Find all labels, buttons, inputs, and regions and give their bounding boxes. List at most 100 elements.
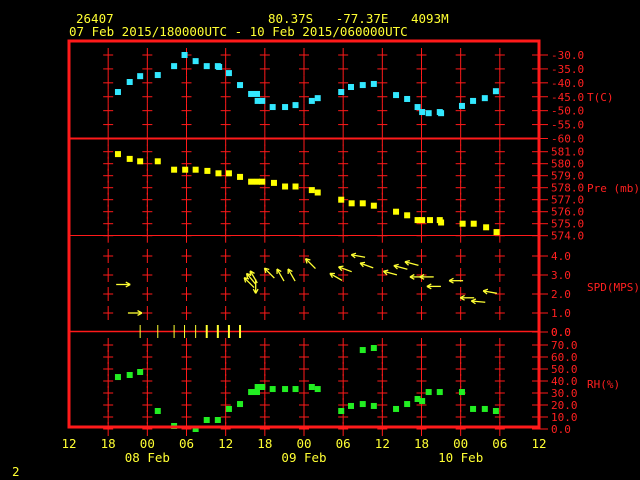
x-tick-label: 06 bbox=[492, 436, 507, 451]
temp-point bbox=[438, 110, 445, 117]
pressure-point bbox=[192, 166, 199, 173]
pressure-point bbox=[237, 173, 244, 180]
rh-point bbox=[359, 347, 366, 354]
y-tick-label: -45.0 bbox=[551, 91, 584, 104]
temp-point bbox=[425, 110, 432, 117]
x-tick-label: 06 bbox=[336, 436, 351, 451]
pressure-point bbox=[493, 229, 500, 236]
pressure-point bbox=[308, 187, 315, 194]
temp-point bbox=[181, 52, 188, 58]
y-tick-label: -50.0 bbox=[551, 105, 584, 118]
temp-point bbox=[225, 70, 232, 77]
pressure-point bbox=[225, 170, 232, 177]
wind-arrow bbox=[393, 263, 408, 270]
x-tick-label: 12 bbox=[218, 436, 233, 451]
temp-point bbox=[359, 82, 366, 89]
rh-point bbox=[348, 402, 354, 409]
wind-arrow bbox=[304, 258, 316, 270]
x-date-label: 10 Feb bbox=[438, 450, 483, 465]
meteogram: 26407 80.37S -77.37E 4093M 07 Feb 2015/1… bbox=[0, 0, 640, 480]
pressure-point bbox=[171, 166, 178, 173]
wind-arrow-head bbox=[338, 265, 344, 268]
y-tick-label: 1.0 bbox=[551, 307, 571, 320]
temp-point bbox=[470, 97, 477, 104]
temp-point bbox=[126, 78, 133, 85]
rh-point bbox=[393, 405, 400, 412]
pressure-point bbox=[137, 158, 144, 165]
temp-point bbox=[404, 95, 411, 102]
wind-arrow bbox=[419, 273, 434, 280]
rh-point bbox=[370, 345, 377, 351]
pressure-point bbox=[248, 178, 255, 185]
y-tick-label: -55.0 bbox=[551, 119, 584, 132]
temp-point bbox=[282, 104, 289, 111]
temp-point bbox=[481, 95, 488, 102]
temp-point bbox=[237, 82, 244, 89]
rh-point bbox=[419, 398, 426, 405]
rh-point bbox=[338, 408, 345, 414]
wind-arrow bbox=[263, 267, 275, 279]
meteogram-chart: 26407 80.37S -77.37E 4093M 07 Feb 2015/1… bbox=[12, 11, 640, 479]
pressure-point bbox=[114, 151, 121, 158]
x-tick-label: 00 bbox=[453, 436, 468, 451]
temp-point bbox=[269, 104, 276, 111]
rh-point bbox=[214, 417, 221, 423]
temp-point bbox=[314, 95, 321, 102]
rh-point bbox=[248, 389, 255, 396]
rh-point bbox=[114, 374, 121, 381]
pressure-point bbox=[483, 224, 490, 231]
x-tick-label: 12 bbox=[61, 436, 76, 451]
rh-point bbox=[269, 386, 276, 393]
rh-point bbox=[404, 401, 411, 408]
wind-arrow bbox=[426, 283, 441, 290]
precip-label: 0.0 bbox=[551, 326, 571, 339]
rh-point bbox=[425, 389, 432, 396]
pressure-point bbox=[254, 178, 260, 185]
wind-arrow bbox=[276, 268, 285, 282]
wind-arrow-head bbox=[482, 288, 489, 292]
x-date-label: 08 Feb bbox=[125, 450, 170, 465]
x-tick-label: 12 bbox=[531, 436, 546, 451]
rh-point bbox=[137, 369, 144, 375]
temp-point bbox=[458, 102, 465, 109]
wind-arrow bbox=[329, 272, 343, 281]
rh-point bbox=[259, 384, 266, 390]
pressure-point bbox=[314, 189, 321, 196]
y-tick-label: -35.0 bbox=[551, 63, 584, 76]
grid bbox=[69, 48, 548, 436]
temp-point bbox=[370, 80, 377, 87]
wind-arrow-head bbox=[404, 259, 410, 263]
temp-point bbox=[419, 109, 426, 116]
temp-point bbox=[137, 73, 144, 80]
rh-point bbox=[126, 372, 133, 378]
panel-label-rh: RH(%) bbox=[587, 378, 620, 391]
rh-point bbox=[370, 402, 377, 409]
x-tick-label: 18 bbox=[101, 436, 116, 451]
wind-arrow-head bbox=[351, 252, 357, 256]
pressure-point bbox=[348, 200, 355, 207]
pressure-point bbox=[259, 178, 266, 185]
pressure-point bbox=[215, 170, 222, 177]
wind-arrow bbox=[127, 310, 143, 316]
x-tick-label: 12 bbox=[375, 436, 390, 451]
time-period: 07 Feb 2015/180000UTC - 10 Feb 2015/0600… bbox=[69, 24, 408, 39]
temp-point bbox=[203, 63, 210, 70]
panel-label-temp: T(C) bbox=[587, 91, 614, 104]
panel-label-wind: SPD(MPS) bbox=[587, 281, 640, 294]
pressure-point bbox=[393, 208, 400, 215]
wind-arrow-shaft bbox=[243, 277, 255, 289]
wind-arrow-shaft bbox=[263, 267, 275, 279]
x-tick-label: 00 bbox=[140, 436, 155, 451]
wind-arrow bbox=[116, 281, 131, 288]
rh-point bbox=[436, 389, 443, 396]
rh-point bbox=[314, 386, 321, 393]
x-tick-label: 00 bbox=[296, 436, 311, 451]
rh-point bbox=[154, 408, 161, 414]
page-number: 2 bbox=[12, 464, 20, 479]
pressure-point bbox=[204, 167, 211, 174]
temp-point bbox=[308, 97, 315, 104]
temp-point bbox=[192, 58, 199, 65]
rh-point bbox=[282, 386, 289, 393]
pressure-point bbox=[292, 183, 299, 190]
wind-arrow bbox=[470, 298, 486, 305]
